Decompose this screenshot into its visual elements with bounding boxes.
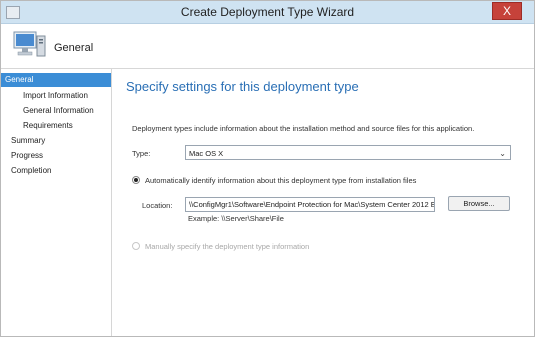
nav-item-general[interactable]: General xyxy=(1,73,111,87)
nav-item-progress[interactable]: Progress xyxy=(1,149,111,163)
content-panel: Specify settings for this deployment typ… xyxy=(112,69,534,336)
location-example: Example: \\Server\Share\File xyxy=(188,214,284,223)
auto-identify-radio[interactable] xyxy=(132,176,140,184)
nav-item-general-information[interactable]: General Information xyxy=(1,104,111,118)
title-bar: Create Deployment Type Wizard X xyxy=(1,1,534,24)
auto-identify-label: Automatically identify information about… xyxy=(145,176,417,185)
computer-icon xyxy=(13,31,46,57)
wizard-window: Create Deployment Type Wizard X General … xyxy=(0,0,535,337)
header-title: General xyxy=(54,42,94,54)
nav-item-import-information[interactable]: Import Information xyxy=(1,89,111,103)
wizard-nav: General Import Information General Infor… xyxy=(1,69,112,336)
nav-item-summary[interactable]: Summary xyxy=(1,134,111,148)
browse-button[interactable]: Browse... xyxy=(448,196,510,211)
wizard-header: General xyxy=(1,24,534,69)
location-input[interactable]: \\ConfigMgr1\Software\Endpoint Protectio… xyxy=(185,197,435,212)
type-select[interactable]: Mac OS X ⌄ xyxy=(185,145,511,160)
nav-item-requirements[interactable]: Requirements xyxy=(1,119,111,133)
window-title: Create Deployment Type Wizard xyxy=(180,5,355,19)
manual-specify-label: Manually specify the deployment type inf… xyxy=(145,242,310,251)
manual-specify-radio[interactable] xyxy=(132,242,140,250)
nav-item-completion[interactable]: Completion xyxy=(1,164,111,178)
close-button[interactable]: X xyxy=(492,2,522,20)
chevron-down-icon: ⌄ xyxy=(499,149,506,158)
type-label: Type: xyxy=(132,149,151,158)
page-title: Specify settings for this deployment typ… xyxy=(126,79,359,94)
location-label: Location: xyxy=(142,201,173,210)
type-select-value: Mac OS X xyxy=(189,149,224,158)
page-description: Deployment types include information abo… xyxy=(132,124,475,133)
